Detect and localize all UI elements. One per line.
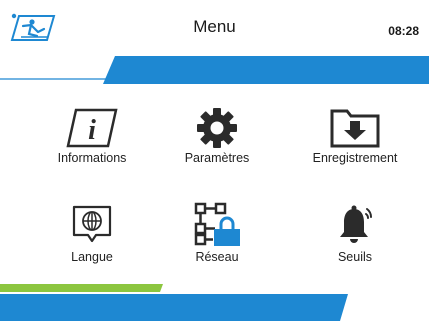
menu-item-label: Paramètres (184, 151, 250, 165)
menu-screen: Menu 08:28 i Informations Paramètres Enr… (0, 0, 429, 321)
clock-time: 08:28 (388, 24, 419, 38)
menu-item-label: Réseau (195, 250, 239, 264)
globe-speech-icon (32, 202, 152, 248)
network-lock-icon (157, 202, 277, 248)
menu-item-label: Informations (57, 151, 127, 165)
menu-item-label: Langue (71, 250, 113, 264)
menu-item-label: Enregistrement (312, 151, 398, 165)
menu-item-label: Seuils (337, 250, 373, 264)
menu-item-parametres[interactable]: Paramètres (157, 105, 277, 185)
info-icon: i (32, 105, 152, 151)
svg-text:i: i (88, 115, 96, 146)
menu-item-langue[interactable]: Langue (32, 202, 152, 282)
footer-accent-band (0, 284, 348, 321)
header-accent-band (0, 56, 429, 84)
bell-alert-icon (295, 202, 415, 248)
folder-download-icon (295, 105, 415, 151)
menu-item-informations[interactable]: i Informations (32, 105, 152, 185)
menu-item-seuils[interactable]: Seuils (295, 202, 415, 282)
page-title: Menu (193, 17, 236, 36)
menu-item-enregistrement[interactable]: Enregistrement (295, 105, 415, 185)
menu-item-reseau[interactable]: Réseau (157, 202, 277, 282)
gear-icon (157, 105, 277, 151)
header: Menu 08:28 (0, 0, 429, 86)
